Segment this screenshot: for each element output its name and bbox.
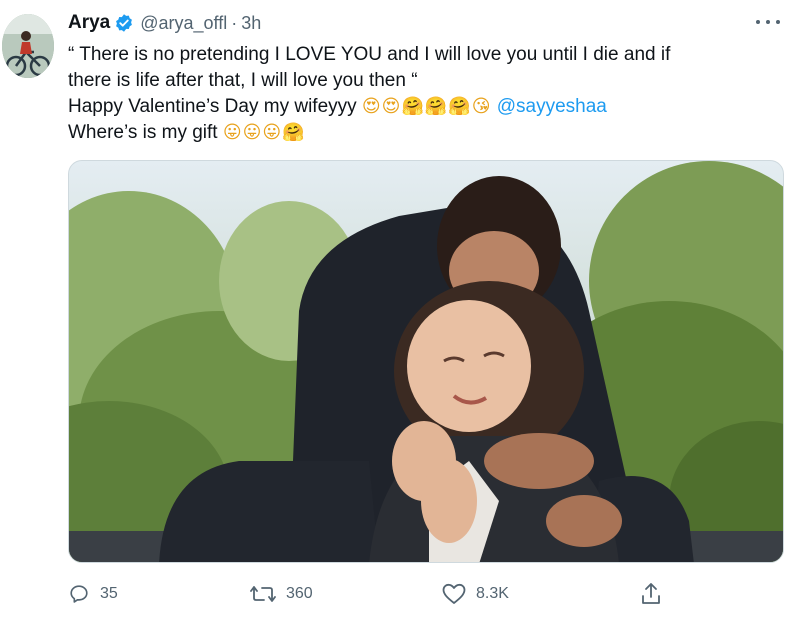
header-separator: · [231,12,238,33]
mention-link[interactable]: @sayyeshaa [497,96,607,117]
author-name[interactable]: Arya [68,12,110,34]
tweet-timestamp[interactable]: 3h [241,13,261,34]
emoji-group-1: 😍😍🤗🤗🤗😘 [361,96,492,117]
reply-count: 35 [100,585,118,602]
tweet-actions: 35 360 8.3K [68,578,688,610]
more-options-icon[interactable] [756,12,780,32]
share-icon [640,582,662,606]
tweet-text: “ There is no pretending I LOVE YOU and … [68,42,768,146]
reply-button[interactable]: 35 [68,578,118,610]
reply-icon [68,583,90,605]
tweet-line-1: “ There is no pretending I LOVE YOU and … [68,44,671,65]
emoji-group-2: 😛😛😛🤗 [222,122,306,143]
tweet-card[interactable]: Arya @arya_offl · 3h “ There is no prete… [0,0,800,628]
retweet-icon [250,583,276,605]
tweet-header: Arya @arya_offl · 3h [68,10,261,36]
like-icon [442,583,466,605]
avatar[interactable] [2,14,54,78]
share-button[interactable] [640,578,662,610]
tweet-line-3-text: Happy Valentine’s Day my wifeyyy [68,96,357,117]
tweet-line-4: Where’s is my gift 😛😛😛🤗 [68,120,768,146]
like-count: 8.3K [476,585,509,602]
author-handle[interactable]: @arya_offl [140,13,227,34]
retweet-count: 360 [286,585,313,602]
tweet-line-2: there is life after that, I will love yo… [68,70,418,91]
tweet-photo[interactable] [68,160,784,563]
tweet-line-3: Happy Valentine’s Day my wifeyyy 😍😍🤗🤗🤗😘 … [68,94,768,120]
verified-badge-icon [114,13,134,33]
like-button[interactable]: 8.3K [442,578,509,610]
retweet-button[interactable]: 360 [250,578,313,610]
tweet-line-4-text: Where’s is my gift [68,122,218,143]
